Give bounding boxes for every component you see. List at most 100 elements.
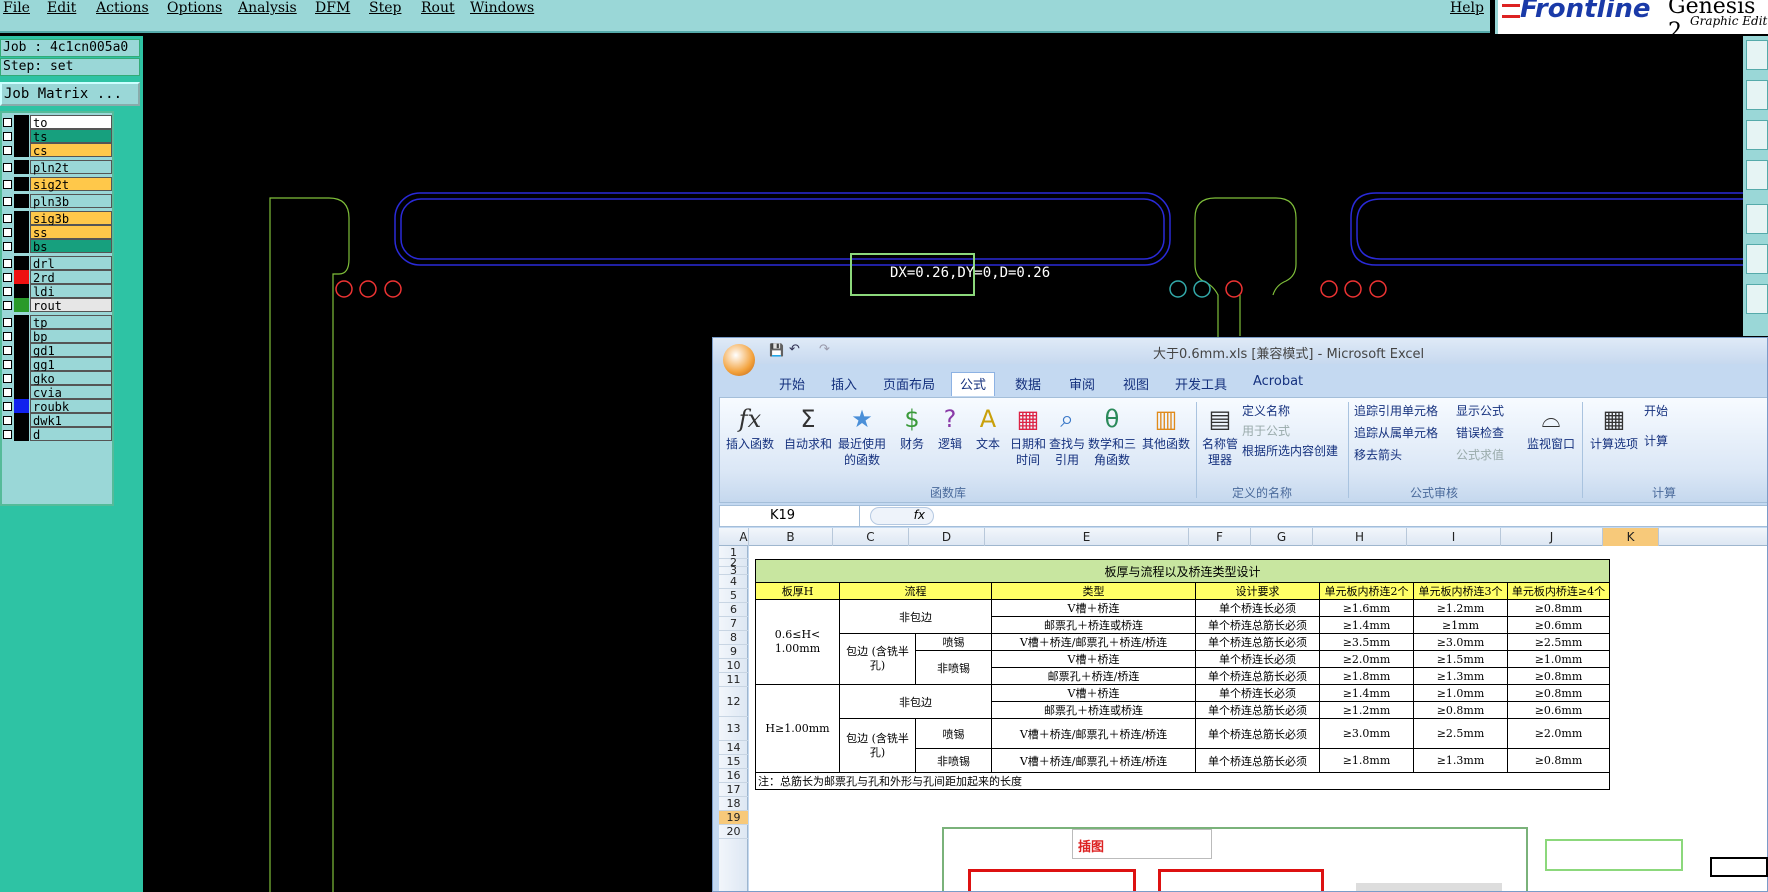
lookup-button[interactable]: ⌕ 查找与引用 [1048, 404, 1086, 468]
table-cell[interactable]: V槽＋桥连 [991, 684, 1196, 702]
layer-checkbox[interactable] [3, 430, 12, 439]
row-header-7[interactable]: 7 [719, 617, 748, 631]
layer-name[interactable]: cvia [30, 385, 112, 400]
layer-row-gg1[interactable]: gg1 [2, 357, 116, 372]
financial-button[interactable]: $ 财务 [894, 404, 930, 452]
layer-checkbox[interactable] [3, 146, 12, 155]
layer-swatch[interactable] [14, 357, 29, 371]
layer-row-sig2t[interactable]: sig2t [2, 177, 116, 192]
watch-window-button[interactable]: ⌓ 监视窗口 [1524, 404, 1578, 452]
layer-checkbox[interactable] [3, 214, 12, 223]
table-cell[interactable]: 单个桥连长必须 [1195, 650, 1320, 668]
text-button[interactable]: A 文本 [970, 404, 1006, 452]
trace-precedents-button[interactable]: 追踪引用单元格 [1354, 402, 1438, 419]
layer-checkbox[interactable] [3, 332, 12, 341]
layer-swatch[interactable] [14, 177, 29, 191]
layer-name[interactable]: pln3b [30, 194, 112, 209]
table-cell[interactable]: V槽＋桥连/邮票孔＋桥连/桥连 [991, 718, 1196, 749]
table-cell[interactable]: 单个桥连总筋长必须 [1195, 667, 1320, 685]
layer-swatch[interactable] [14, 329, 29, 343]
column-header-k[interactable]: K [1603, 528, 1659, 546]
layer-swatch[interactable] [14, 298, 29, 312]
tool-icon-7[interactable] [1746, 284, 1768, 314]
tab-acrobat[interactable]: Acrobat [1253, 374, 1303, 389]
table-cell[interactable]: 单个桥连总筋长必须 [1195, 633, 1320, 651]
table-cell[interactable]: ≥3.0mm [1319, 718, 1414, 749]
table-cell[interactable]: ≥1mm [1413, 616, 1508, 634]
layer-checkbox[interactable] [3, 242, 12, 251]
cell-spray-1[interactable]: 喷锡 [915, 633, 992, 651]
row-header-18[interactable]: 18 [719, 797, 748, 811]
row-header-20[interactable]: 20 [719, 825, 748, 839]
table-cell[interactable]: 单个桥连长必须 [1195, 599, 1320, 617]
layer-swatch[interactable] [14, 256, 29, 270]
fx-icon[interactable]: fx [870, 507, 934, 525]
tool-icon-5[interactable] [1746, 204, 1768, 234]
layer-name[interactable]: rout [30, 298, 112, 313]
layer-swatch[interactable] [14, 194, 29, 208]
layer-swatch[interactable] [14, 129, 29, 143]
table-cell[interactable]: V槽＋桥连 [991, 599, 1196, 617]
layer-row-ts[interactable]: ts [2, 129, 116, 144]
menu-step[interactable]: Step [369, 0, 401, 16]
layer-row-pln3b[interactable]: pln3b [2, 194, 116, 209]
layer-swatch[interactable] [14, 160, 29, 174]
layer-checkbox[interactable] [3, 287, 12, 296]
cell-nospray-1[interactable]: 非喷锡 [915, 650, 992, 685]
layer-name[interactable]: tp [30, 315, 112, 330]
cell-wrap-1[interactable]: 包边 (含铣半孔) [839, 633, 916, 685]
table-cell[interactable]: V槽＋桥连/邮票孔＋桥连/桥连 [991, 748, 1196, 773]
cell-wrap-2[interactable]: 包边 (含铣半孔) [839, 718, 916, 773]
inserted-picture[interactable]: 插图 单元板为 [942, 827, 1528, 891]
table-cell[interactable]: 单个桥连总筋长必须 [1195, 748, 1320, 773]
row-header-3[interactable]: 3 [719, 565, 748, 576]
row-header-13[interactable]: 13 [719, 717, 748, 741]
layer-row-d[interactable]: d [2, 427, 116, 442]
header-type[interactable]: 类型 [991, 582, 1196, 600]
column-header-a[interactable]: A [739, 528, 749, 546]
column-header-h[interactable]: H [1313, 528, 1407, 546]
autosum-button[interactable]: Σ 自动求和 [782, 404, 834, 452]
table-cell[interactable]: ≥0.8mm [1507, 748, 1610, 773]
layer-row-2rd[interactable]: 2rd [2, 270, 116, 285]
table-cell[interactable]: ≥0.8mm [1507, 599, 1610, 617]
cell-nonwrap-2[interactable]: 非包边 [839, 684, 992, 719]
header-process[interactable]: 流程 [839, 582, 992, 600]
row-header-19[interactable]: 19 [719, 811, 748, 825]
row-header-5[interactable]: 5 [719, 589, 748, 603]
layer-row-gd1[interactable]: gd1 [2, 343, 116, 358]
table-cell[interactable]: ≥1.2mm [1413, 599, 1508, 617]
recent-functions-button[interactable]: ★ 最近使用的函数 [836, 404, 888, 468]
layer-swatch[interactable] [14, 211, 29, 225]
layer-checkbox[interactable] [3, 132, 12, 141]
table-cell[interactable]: V槽＋桥连 [991, 650, 1196, 668]
calc-sheet-button[interactable]: 计算 [1644, 432, 1668, 449]
layer-swatch[interactable] [14, 427, 29, 441]
row-header-6[interactable]: 6 [719, 603, 748, 617]
table-cell[interactable]: 邮票孔＋桥连/桥连 [991, 667, 1196, 685]
layer-checkbox[interactable] [3, 360, 12, 369]
layer-name[interactable]: to [30, 115, 112, 130]
datetime-button[interactable]: ▦ 日期和时间 [1008, 404, 1048, 468]
tab-data[interactable]: 数据 [1015, 374, 1041, 393]
tool-icon-6[interactable] [1746, 244, 1768, 274]
header-thickness[interactable]: 板厚H [755, 582, 840, 600]
table-cell[interactable]: ≥3.5mm [1319, 633, 1414, 651]
layer-swatch[interactable] [14, 371, 29, 385]
layer-swatch[interactable] [14, 399, 29, 413]
layer-row-to[interactable]: to [2, 115, 116, 130]
table-cell[interactable]: ≥1.3mm [1413, 748, 1508, 773]
layer-name[interactable]: bs [30, 239, 112, 254]
table-cell[interactable]: ≥0.6mm [1507, 616, 1610, 634]
use-in-formula-button[interactable]: 用于公式 [1242, 422, 1290, 439]
layer-swatch[interactable] [14, 413, 29, 427]
layer-name[interactable]: ldi [30, 284, 112, 299]
header-4-bridges[interactable]: 单元板内桥连≥4个 [1507, 582, 1610, 600]
table-cell[interactable]: 单个桥连长必须 [1195, 684, 1320, 702]
layer-row-cvia[interactable]: cvia [2, 385, 116, 400]
quick-access-redo-icon[interactable]: ↷ [819, 342, 830, 357]
layer-checkbox[interactable] [3, 180, 12, 189]
header-requirement[interactable]: 设计要求 [1195, 582, 1320, 600]
table-cell[interactable]: ≥2.0mm [1319, 650, 1414, 668]
layer-swatch[interactable] [14, 239, 29, 253]
